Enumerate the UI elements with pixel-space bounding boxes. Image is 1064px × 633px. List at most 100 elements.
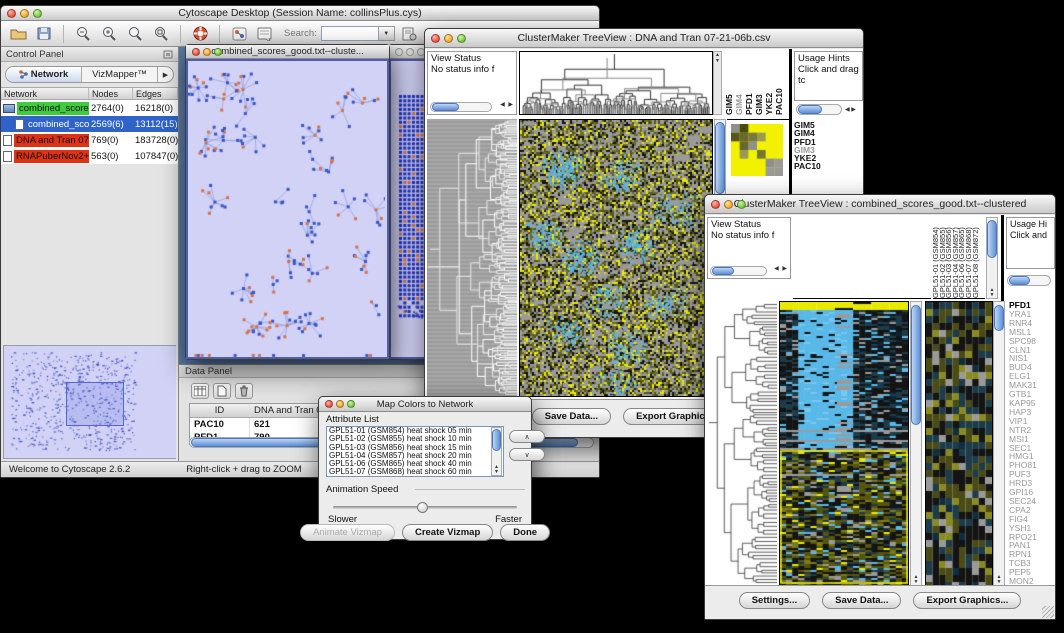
data-panel-title: Data Panel: [185, 366, 232, 377]
attribute-item[interactable]: GPL51-04 (GSM857) heat shock 20 min: [327, 452, 503, 460]
dialog-button[interactable]: Animate Vizmap: [300, 524, 395, 541]
open-file-icon[interactable]: [7, 24, 29, 44]
close-button[interactable]: [395, 48, 403, 56]
dialog-button[interactable]: Done: [500, 524, 550, 541]
attribute-item[interactable]: GPL51-06 (GSM865) heat shock 40 min: [327, 460, 503, 468]
tv-dna-titlebar[interactable]: ClusterMaker TreeView : DNA and Tran 07-…: [425, 29, 863, 48]
control-panel-title: Control Panel: [6, 49, 64, 60]
minimize-button[interactable]: [203, 48, 211, 56]
attribute-item[interactable]: GPL51-01 (GSM854) heat shock 05 min: [327, 427, 503, 435]
close-button[interactable]: [7, 9, 16, 18]
search-config-icon[interactable]: [399, 24, 421, 44]
new-attribute-icon[interactable]: [213, 383, 231, 399]
table-row[interactable]: RNAPuberNov2+ 563(0) 107847(0): [1, 148, 178, 164]
attribute-list-label: Attribute List: [326, 414, 379, 425]
search-dropdown-arrow[interactable]: ▼: [379, 26, 395, 41]
animation-slider-thumb[interactable]: [417, 502, 428, 513]
network-canvas-1[interactable]: [186, 59, 389, 359]
usage-hscrollbar[interactable]: [1007, 275, 1051, 286]
table-row[interactable]: combined_scores_ 2764(0) 16218(0): [1, 100, 178, 116]
main-heatmap[interactable]: [779, 301, 909, 586]
column-dendrogram-area[interactable]: [793, 217, 931, 299]
treeview-button[interactable]: Save Data...: [822, 592, 901, 609]
attribute-vscrollbar[interactable]: ▲▼: [491, 427, 502, 476]
zoom-button[interactable]: [33, 9, 42, 18]
zoom-button[interactable]: [737, 200, 746, 209]
attribute-item[interactable]: GPL51-07 (GSM868) heat shock 60 min: [327, 468, 503, 476]
zoom-button[interactable]: [347, 400, 355, 408]
move-down-button[interactable]: ∨: [509, 448, 545, 461]
treeview-button[interactable]: Settings...: [739, 592, 810, 609]
zoom-button[interactable]: [214, 48, 222, 56]
close-button[interactable]: [325, 400, 333, 408]
resize-grip[interactable]: [1042, 606, 1054, 618]
minimize-button[interactable]: [336, 400, 344, 408]
usage-hints-panel: Usage Hi Click and: [1006, 217, 1055, 269]
zoom-fit-icon[interactable]: [150, 24, 172, 44]
main-titlebar[interactable]: Cytoscape Desktop (Session Name: collins…: [1, 6, 599, 21]
window-title: Cytoscape Desktop (Session Name: collins…: [178, 7, 421, 19]
table-row[interactable]: DNA and Tran 07 769(0) 183728(0): [1, 132, 178, 148]
status-hscrollbar[interactable]: [430, 102, 492, 112]
birdseye-view[interactable]: [3, 345, 176, 459]
mini-scrollbar[interactable]: ▲▼: [713, 51, 722, 115]
scroll-arrows[interactable]: ◀ ▶: [774, 264, 788, 275]
zoom-button[interactable]: [457, 34, 466, 43]
attribute-item[interactable]: GPL51-02 (GSM855) heat shock 10 min: [327, 435, 503, 443]
dialog-button[interactable]: Create Vizmap: [402, 524, 493, 541]
minimize-button[interactable]: [406, 48, 414, 56]
document-icon: [3, 151, 12, 162]
vizmap-icon[interactable]: [228, 24, 250, 44]
usage-hscrollbar[interactable]: [796, 104, 842, 115]
column-label: YKE2: [764, 51, 774, 115]
zoom-heatmap[interactable]: [925, 301, 993, 586]
float-panel-icon[interactable]: [163, 50, 173, 59]
column-dendrogram[interactable]: [519, 51, 713, 115]
main-heatmap[interactable]: [519, 119, 713, 397]
attribute-table-icon[interactable]: [191, 383, 209, 399]
control-panel: Control Panel Network VizMapper™ ▶ Netwo…: [1, 47, 179, 461]
scroll-arrows[interactable]: ◀ ▶: [845, 106, 856, 113]
close-button[interactable]: [431, 34, 440, 43]
birdseye-viewport-rect[interactable]: [66, 382, 124, 426]
help-lifesaver-icon[interactable]: [189, 24, 211, 44]
tv-comb-title: ClusterMaker TreeView : combined_scores_…: [734, 198, 1027, 210]
zoom-out-icon[interactable]: [72, 24, 94, 44]
gene-label[interactable]: PAC10: [794, 162, 860, 170]
heatmap-vscrollbar[interactable]: ▲▼: [910, 301, 922, 586]
close-button[interactable]: [711, 200, 720, 209]
dialog-titlebar[interactable]: Map Colors to Network: [319, 397, 531, 412]
tab-vizmapper[interactable]: VizMapper™: [82, 67, 157, 82]
desktop: Cytoscape Desktop (Session Name: collins…: [0, 0, 1064, 633]
attribute-item[interactable]: GPL51-03 (GSM856) heat shock 15 min: [327, 444, 503, 452]
annotation-icon[interactable]: [254, 24, 276, 44]
tv-comb-titlebar[interactable]: ClusterMaker TreeView : combined_scores_…: [705, 195, 1055, 214]
table-row-selected[interactable]: combined_sco 2569(6) 13112(15): [1, 116, 178, 132]
column-label: GIM4: [734, 51, 744, 115]
minimize-button[interactable]: [724, 200, 733, 209]
status-hscrollbar[interactable]: [710, 266, 767, 276]
save-icon[interactable]: [33, 24, 55, 44]
tab-overflow-button[interactable]: ▶: [157, 67, 173, 82]
minimize-button[interactable]: [444, 34, 453, 43]
delete-attribute-icon[interactable]: [235, 383, 253, 399]
zoom-selected-icon[interactable]: [124, 24, 146, 44]
net1-titlebar[interactable]: combined_scores_good.txt--cluste...: [186, 45, 389, 59]
row-dendrogram[interactable]: [707, 301, 777, 586]
row-dendrogram[interactable]: [427, 119, 517, 397]
column-label: GPL51-08 (GSM872): [973, 217, 980, 298]
collabel-vscrollbar[interactable]: ▲▼: [986, 217, 998, 299]
minimize-button[interactable]: [20, 9, 29, 18]
move-up-button[interactable]: ∧: [509, 430, 545, 443]
tab-network[interactable]: Network: [6, 67, 82, 82]
scroll-arrows[interactable]: ◀ ▶: [500, 100, 514, 111]
treeview-button[interactable]: Save Data...: [532, 408, 611, 425]
view-status-panel: View Status No status info f ◀ ▶: [427, 51, 517, 115]
selected-submatrix-heatmap[interactable]: [731, 124, 783, 176]
zoom-vscrollbar[interactable]: ▲▼: [993, 301, 1005, 586]
close-button[interactable]: [192, 48, 200, 56]
zoom-in-icon[interactable]: [98, 24, 120, 44]
document-icon: [3, 135, 12, 146]
treeview-button[interactable]: Export Graphics...: [913, 592, 1021, 609]
search-input[interactable]: [321, 26, 379, 41]
